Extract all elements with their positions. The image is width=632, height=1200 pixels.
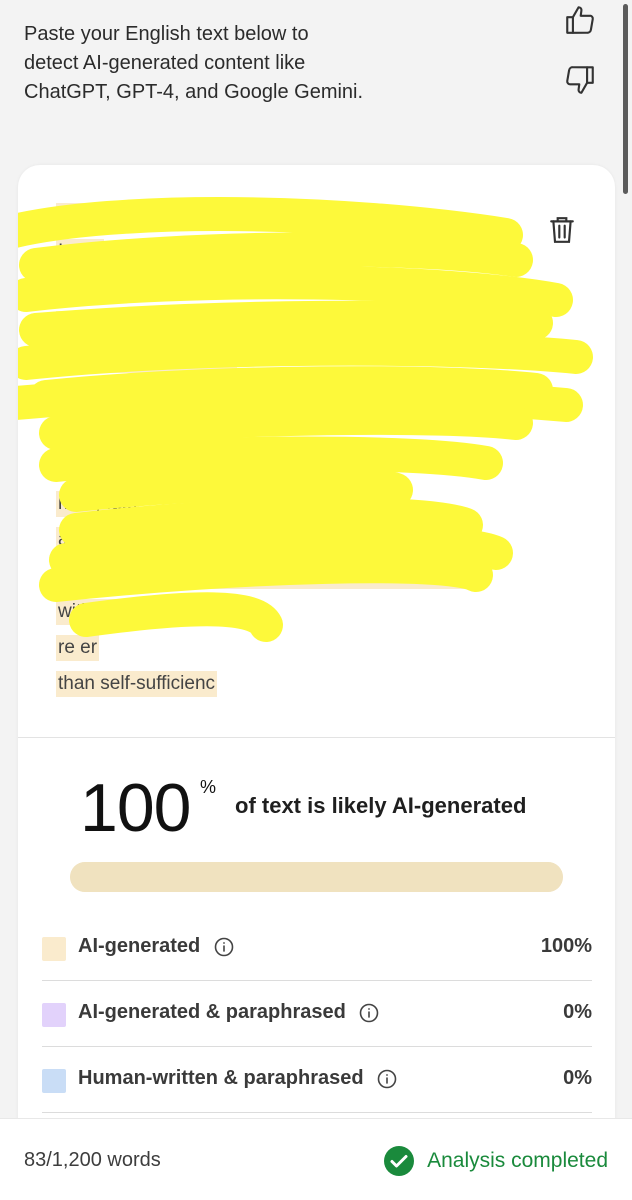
ai-progress-fill [70, 862, 563, 892]
intro-line: ChatGPT, GPT-4, and Google Gemini. [24, 81, 364, 103]
footer-bar: 83/1,200 words Analysis completed [0, 1118, 632, 1200]
text-line: guity [56, 275, 101, 301]
text-line: assistance over time [56, 527, 234, 553]
analysis-status: Analysis completed [383, 1145, 608, 1177]
text-line: I nsistent appli tential [56, 347, 238, 373]
legend-swatch-human-paraphrased [42, 1069, 66, 1093]
ai-percentage: 100 [80, 770, 191, 846]
percent-sign: % [200, 777, 217, 797]
text-line: than self-sufficienc [56, 671, 218, 697]
result-summary: 100 % of text is likely AI-generated [80, 773, 600, 843]
thumbs-down-button[interactable] [560, 60, 600, 100]
text-line: Indivi [56, 239, 105, 265]
legend-label: AI-generated & paraphrased [78, 1001, 379, 1024]
highlighted-text: 1. istance to Indivi guity re sis, I nsi… [56, 203, 526, 707]
text-line: o bil [56, 455, 95, 481]
thumbs-up-icon [566, 6, 594, 34]
text-input-area[interactable]: 1. istance to Indivi guity re sis, I nsi… [18, 165, 615, 738]
clear-text-button[interactable] [545, 213, 579, 247]
legend-label-text: Human-written & paraphrased [78, 1067, 364, 1089]
intro-line: detect AI-generated content like [24, 52, 306, 74]
legend-label-text: AI-generated & paraphrased [78, 1001, 346, 1023]
intro-line: Paste your English text below to [24, 23, 309, 45]
legend-row-ai-generated: AI-generated 100% [42, 915, 592, 981]
legend-value: 0% [563, 1067, 592, 1089]
legend-label-text: AI-generated [78, 935, 201, 957]
result-legend: AI-generated 100% AI-generated & paraphr… [42, 915, 592, 1113]
result-label: of text is likely AI-generated [235, 793, 527, 818]
text-line: - Fu [56, 419, 94, 445]
thumbs-up-button[interactable] [560, 0, 600, 40]
thumbs-down-icon [566, 66, 594, 94]
legend-label: Human-written & paraphrased [78, 1067, 397, 1090]
info-icon[interactable] [359, 1003, 379, 1023]
legend-label: AI-generated [78, 935, 234, 958]
legend-swatch-ai-generated [42, 937, 66, 961]
detector-card: 1. istance to Indivi guity re sis, I nsi… [18, 165, 615, 1165]
status-text: Analysis completed [427, 1149, 608, 1172]
info-icon[interactable] [214, 937, 234, 957]
text-line [56, 383, 476, 409]
info-icon[interactable] [377, 1069, 397, 1089]
legend-row-ai-paraphrased: AI-generated & paraphrased 0% [42, 981, 592, 1047]
ai-progress-bar [70, 862, 563, 892]
legend-value: 100% [540, 935, 592, 957]
trash-icon [550, 217, 574, 243]
scrollbar[interactable] [623, 4, 628, 194]
legend-value: 0% [563, 1001, 592, 1023]
text-line: m equate [56, 491, 140, 517]
word-count: 83/1,200 words [24, 1149, 161, 1171]
text-line [56, 563, 476, 589]
check-circle-icon [384, 1146, 415, 1176]
text-line: 1. istance to [56, 203, 163, 229]
legend-row-human-paraphrased: Human-written & paraphrased 0% [42, 1047, 592, 1113]
text-line: re sis, [56, 311, 111, 337]
intro-text: Paste your English text below to detect … [24, 20, 404, 107]
text-line: re er [56, 635, 100, 661]
legend-swatch-ai-paraphrased [42, 1003, 66, 1027]
text-line: without mecha [56, 599, 183, 625]
header: Paste your English text below to detect … [0, 0, 632, 140]
